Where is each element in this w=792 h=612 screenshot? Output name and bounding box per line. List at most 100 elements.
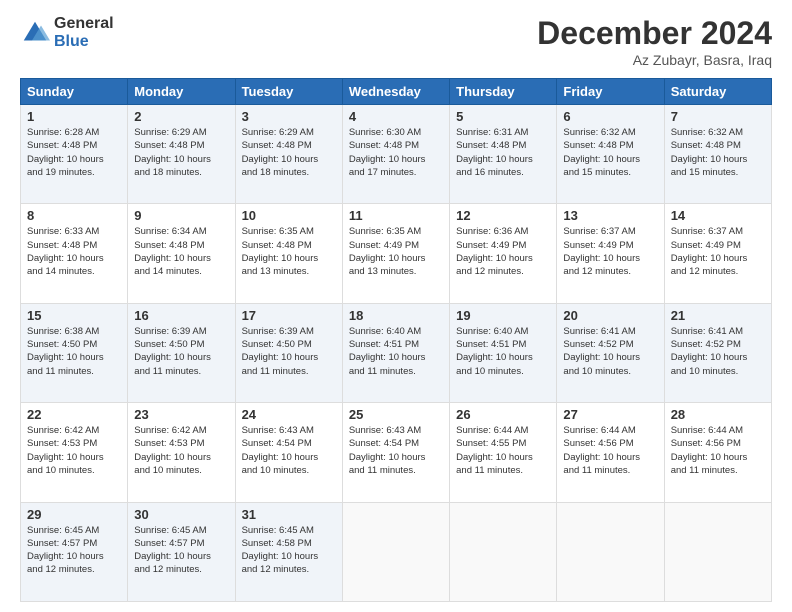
table-row: 29 Sunrise: 6:45 AMSunset: 4:57 PMDayligh… — [21, 502, 128, 601]
table-row: 24 Sunrise: 6:43 AMSunset: 4:54 PMDayligh… — [235, 403, 342, 502]
day-info: Sunrise: 6:34 AMSunset: 4:48 PMDaylight:… — [134, 225, 228, 278]
table-row: 17 Sunrise: 6:39 AMSunset: 4:50 PMDayligh… — [235, 303, 342, 402]
table-row: 6Sunrise: 6:32 AMSunset: 4:48 PMDaylight… — [557, 105, 664, 204]
col-wednesday: Wednesday — [342, 79, 449, 105]
table-row: 14 Sunrise: 6:37 AMSunset: 4:49 PMDayligh… — [664, 204, 771, 303]
col-saturday: Saturday — [664, 79, 771, 105]
day-number: 13 — [563, 208, 657, 223]
table-row: 16 Sunrise: 6:39 AMSunset: 4:50 PMDayligh… — [128, 303, 235, 402]
day-number: 20 — [563, 308, 657, 323]
day-info: Sunrise: 6:39 AMSunset: 4:50 PMDaylight:… — [134, 325, 228, 378]
table-row: 27Sunrise: 6:44 AMSunset: 4:56 PMDayligh… — [557, 403, 664, 502]
day-number: 29 — [27, 507, 121, 522]
col-thursday: Thursday — [450, 79, 557, 105]
calendar-week-1: 1Sunrise: 6:28 AMSunset: 4:48 PMDaylight… — [21, 105, 772, 204]
day-info: Sunrise: 6:28 AMSunset: 4:48 PMDaylight:… — [27, 126, 121, 179]
day-number: 23 — [134, 407, 228, 422]
day-number: 10 — [242, 208, 336, 223]
table-row: 12Sunrise: 6:36 AMSunset: 4:49 PMDayligh… — [450, 204, 557, 303]
table-row: 10Sunrise: 6:35 AMSunset: 4:48 PMDayligh… — [235, 204, 342, 303]
table-row: 20 Sunrise: 6:41 AMSunset: 4:52 PMDayligh… — [557, 303, 664, 402]
table-row: 25 Sunrise: 6:43 AMSunset: 4:54 PMDayligh… — [342, 403, 449, 502]
day-info: Sunrise: 6:29 AMSunset: 4:48 PMDaylight:… — [134, 126, 228, 179]
day-number: 14 — [671, 208, 765, 223]
day-number: 17 — [242, 308, 336, 323]
day-info: Sunrise: 6:37 AMSunset: 4:49 PMDaylight:… — [671, 225, 765, 278]
logo-blue: Blue — [54, 33, 114, 51]
day-number: 4 — [349, 109, 443, 124]
table-row: 5Sunrise: 6:31 AMSunset: 4:48 PMDaylight… — [450, 105, 557, 204]
table-row: 9Sunrise: 6:34 AMSunset: 4:48 PMDaylight… — [128, 204, 235, 303]
day-info: Sunrise: 6:44 AMSunset: 4:56 PMDaylight:… — [563, 424, 657, 477]
day-number: 24 — [242, 407, 336, 422]
col-monday: Monday — [128, 79, 235, 105]
day-number: 8 — [27, 208, 121, 223]
day-number: 30 — [134, 507, 228, 522]
table-row: 23 Sunrise: 6:42 AMSunset: 4:53 PMDayligh… — [128, 403, 235, 502]
header: General Blue December 2024 Az Zubayr, Ba… — [20, 15, 772, 68]
logo-text: General Blue — [54, 15, 114, 50]
table-row: 4 Sunrise: 6:30 AMSunset: 4:48 PMDaylight… — [342, 105, 449, 204]
logo-general: General — [54, 15, 114, 33]
day-info: Sunrise: 6:36 AMSunset: 4:49 PMDaylight:… — [456, 225, 550, 278]
title-block: December 2024 Az Zubayr, Basra, Iraq — [537, 15, 772, 68]
day-info: Sunrise: 6:43 AMSunset: 4:54 PMDaylight:… — [349, 424, 443, 477]
day-info: Sunrise: 6:45 AMSunset: 4:57 PMDaylight:… — [27, 524, 121, 577]
page: General Blue December 2024 Az Zubayr, Ba… — [0, 0, 792, 612]
day-number: 7 — [671, 109, 765, 124]
table-row: 8 Sunrise: 6:33 AMSunset: 4:48 PMDaylight… — [21, 204, 128, 303]
day-info: Sunrise: 6:40 AMSunset: 4:51 PMDaylight:… — [349, 325, 443, 378]
day-info: Sunrise: 6:32 AMSunset: 4:48 PMDaylight:… — [671, 126, 765, 179]
calendar-header-row: Sunday Monday Tuesday Wednesday Thursday… — [21, 79, 772, 105]
table-row: 3 Sunrise: 6:29 AMSunset: 4:48 PMDaylight… — [235, 105, 342, 204]
table-row: 26Sunrise: 6:44 AMSunset: 4:55 PMDayligh… — [450, 403, 557, 502]
day-info: Sunrise: 6:44 AMSunset: 4:56 PMDaylight:… — [671, 424, 765, 477]
logo: General Blue — [20, 15, 114, 50]
day-info: Sunrise: 6:33 AMSunset: 4:48 PMDaylight:… — [27, 225, 121, 278]
day-info: Sunrise: 6:37 AMSunset: 4:49 PMDaylight:… — [563, 225, 657, 278]
day-info: Sunrise: 6:35 AMSunset: 4:49 PMDaylight:… — [349, 225, 443, 278]
day-info: Sunrise: 6:41 AMSunset: 4:52 PMDaylight:… — [563, 325, 657, 378]
table-row — [557, 502, 664, 601]
day-info: Sunrise: 6:44 AMSunset: 4:55 PMDaylight:… — [456, 424, 550, 477]
day-number: 19 — [456, 308, 550, 323]
day-info: Sunrise: 6:45 AMSunset: 4:57 PMDaylight:… — [134, 524, 228, 577]
day-number: 25 — [349, 407, 443, 422]
table-row: 30 Sunrise: 6:45 AMSunset: 4:57 PMDayligh… — [128, 502, 235, 601]
table-row: 31Sunrise: 6:45 AMSunset: 4:58 PMDayligh… — [235, 502, 342, 601]
logo-icon — [20, 18, 50, 48]
day-number: 16 — [134, 308, 228, 323]
calendar-week-3: 15 Sunrise: 6:38 AMSunset: 4:50 PMDayligh… — [21, 303, 772, 402]
day-info: Sunrise: 6:43 AMSunset: 4:54 PMDaylight:… — [242, 424, 336, 477]
table-row: 19 Sunrise: 6:40 AMSunset: 4:51 PMDayligh… — [450, 303, 557, 402]
table-row: 2 Sunrise: 6:29 AMSunset: 4:48 PMDaylight… — [128, 105, 235, 204]
table-row — [342, 502, 449, 601]
col-sunday: Sunday — [21, 79, 128, 105]
table-row: 13 Sunrise: 6:37 AMSunset: 4:49 PMDayligh… — [557, 204, 664, 303]
table-row: 11Sunrise: 6:35 AMSunset: 4:49 PMDayligh… — [342, 204, 449, 303]
col-tuesday: Tuesday — [235, 79, 342, 105]
day-info: Sunrise: 6:40 AMSunset: 4:51 PMDaylight:… — [456, 325, 550, 378]
location: Az Zubayr, Basra, Iraq — [537, 52, 772, 68]
table-row: 28Sunrise: 6:44 AMSunset: 4:56 PMDayligh… — [664, 403, 771, 502]
calendar-week-2: 8 Sunrise: 6:33 AMSunset: 4:48 PMDaylight… — [21, 204, 772, 303]
day-number: 22 — [27, 407, 121, 422]
day-info: Sunrise: 6:42 AMSunset: 4:53 PMDaylight:… — [134, 424, 228, 477]
day-info: Sunrise: 6:41 AMSunset: 4:52 PMDaylight:… — [671, 325, 765, 378]
day-info: Sunrise: 6:42 AMSunset: 4:53 PMDaylight:… — [27, 424, 121, 477]
month-title: December 2024 — [537, 15, 772, 52]
col-friday: Friday — [557, 79, 664, 105]
day-info: Sunrise: 6:29 AMSunset: 4:48 PMDaylight:… — [242, 126, 336, 179]
day-info: Sunrise: 6:38 AMSunset: 4:50 PMDaylight:… — [27, 325, 121, 378]
calendar-week-5: 29 Sunrise: 6:45 AMSunset: 4:57 PMDayligh… — [21, 502, 772, 601]
day-number: 2 — [134, 109, 228, 124]
table-row: 1Sunrise: 6:28 AMSunset: 4:48 PMDaylight… — [21, 105, 128, 204]
table-row — [450, 502, 557, 601]
table-row: 18Sunrise: 6:40 AMSunset: 4:51 PMDayligh… — [342, 303, 449, 402]
day-number: 3 — [242, 109, 336, 124]
day-info: Sunrise: 6:45 AMSunset: 4:58 PMDaylight:… — [242, 524, 336, 577]
day-number: 21 — [671, 308, 765, 323]
day-info: Sunrise: 6:30 AMSunset: 4:48 PMDaylight:… — [349, 126, 443, 179]
day-number: 15 — [27, 308, 121, 323]
day-info: Sunrise: 6:39 AMSunset: 4:50 PMDaylight:… — [242, 325, 336, 378]
